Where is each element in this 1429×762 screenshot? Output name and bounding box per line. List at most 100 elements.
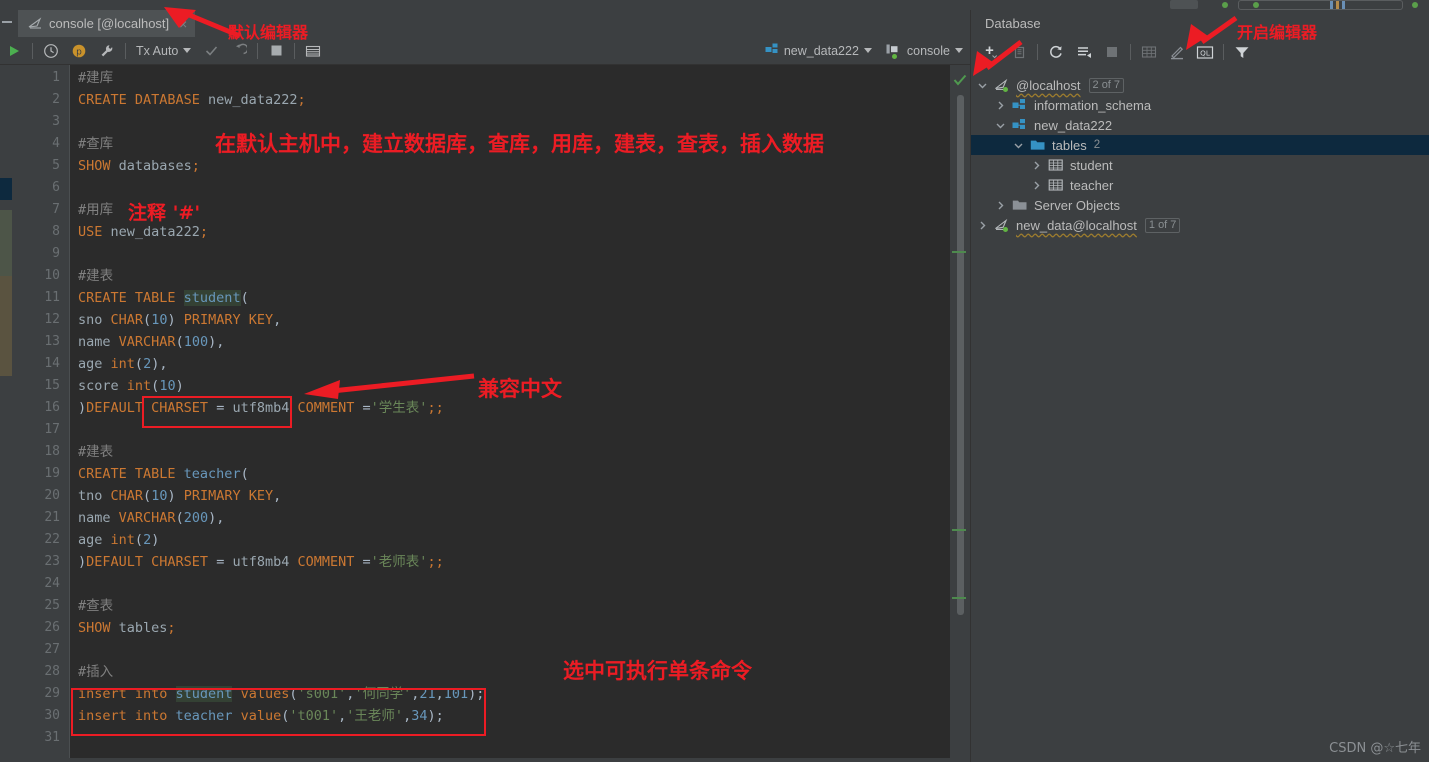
code-line[interactable]: #建表 [78, 441, 113, 463]
rollback-button[interactable] [225, 38, 253, 64]
refresh-icon[interactable] [1042, 39, 1070, 65]
table-grid-icon[interactable] [299, 38, 327, 64]
stop-button[interactable] [262, 38, 290, 64]
editor-marker-gutter[interactable] [950, 65, 970, 762]
line-number: 31 [44, 730, 60, 745]
child-count: 2 [1093, 139, 1101, 151]
database-tree[interactable]: @localhost 2 of 7 information_schema new_da… [971, 70, 1429, 762]
sync-schema-icon[interactable] [1070, 39, 1098, 65]
commit-button[interactable] [197, 38, 225, 64]
code-line[interactable]: )DEFAULT CHARSET = utf8mb4 COMMENT ='老师表… [78, 551, 444, 573]
close-icon[interactable]: × [179, 17, 187, 31]
code-token: 's001' [297, 686, 347, 702]
schema-selector[interactable]: new_data222 [758, 43, 879, 59]
code-line[interactable]: #查表 [78, 595, 113, 617]
tree-node-tables[interactable]: tables 2 [971, 135, 1429, 155]
editor-tab-console[interactable]: console [@localhost] × [18, 10, 196, 37]
run-config-dot [1253, 2, 1259, 8]
filter-icon[interactable] [1228, 39, 1256, 65]
vcs-change-marker[interactable] [0, 276, 12, 376]
stop-icon[interactable] [1098, 39, 1126, 65]
code-token: ; [167, 620, 176, 636]
code-line[interactable]: CREATE TABLE teacher( [78, 463, 249, 485]
table-icon [1048, 178, 1064, 192]
code-line[interactable]: tno CHAR(10) PRIMARY KEY, [78, 485, 281, 507]
plus-icon[interactable] [977, 39, 1005, 65]
code-line[interactable]: #建表 [78, 265, 113, 287]
search-everywhere-dot [1412, 2, 1418, 8]
chevron-right-icon[interactable] [995, 99, 1008, 112]
tree-node-new-data222[interactable]: new_data222 [971, 115, 1429, 135]
code-token: ) [167, 488, 184, 504]
global-toolbar-button[interactable] [1170, 0, 1198, 9]
vcs-change-strip[interactable] [0, 65, 12, 762]
inspection-ok-icon[interactable] [953, 73, 967, 91]
code-token: age [78, 356, 103, 372]
code-line[interactable]: insert into student values('s001','何同学',… [78, 683, 484, 705]
code-line[interactable]: CREATE TABLE student( [78, 287, 249, 309]
code-line[interactable]: #查库 [78, 133, 113, 155]
code-line[interactable]: age int(2), [78, 353, 167, 375]
run-button[interactable] [0, 38, 28, 64]
duplicate-icon[interactable] [1005, 39, 1033, 65]
tree-node--localhost[interactable]: @localhost 2 of 7 [971, 75, 1429, 95]
history-icon[interactable] [37, 38, 65, 64]
code-line[interactable]: score int(10) [78, 375, 184, 397]
code-line[interactable]: name VARCHAR(200), [78, 507, 224, 529]
code-token: age [78, 532, 103, 548]
code-token: utf8mb4 [232, 400, 290, 416]
run-config-selector[interactable] [1238, 0, 1403, 10]
code-line[interactable]: SHOW databases; [78, 155, 200, 177]
chevron-right-icon[interactable] [1031, 179, 1044, 192]
connected-indicator-dot [1003, 227, 1008, 232]
tree-node-teacher[interactable]: teacher [971, 175, 1429, 195]
query-console-icon[interactable]: QL [1191, 39, 1219, 65]
collapse-icon[interactable] [2, 21, 12, 23]
transaction-mode-selector[interactable]: Tx Auto [130, 44, 197, 58]
code-line[interactable]: #用库 [78, 199, 113, 221]
editor-gutter[interactable]: 1 2 3 4 5 6 7 8 9 10 11 12 13 14 15 16 17 18 19 20 21 22 23 24 2… [12, 65, 80, 762]
vcs-change-marker[interactable] [0, 210, 12, 276]
editor-scrollbar-thumb[interactable] [957, 95, 964, 615]
code-line[interactable]: CREATE DATABASE new_data222; [78, 89, 306, 111]
tree-node-information-schema[interactable]: information_schema [971, 95, 1429, 115]
tree-node-student[interactable]: student [971, 155, 1429, 175]
line-number: 1 [52, 70, 60, 85]
code-line[interactable]: #建库 [78, 67, 113, 89]
modify-icon[interactable] [1163, 39, 1191, 65]
code-token: USE [78, 224, 111, 240]
code-line[interactable]: #插入 [78, 661, 113, 683]
editor-tab-label: console [@localhost] [49, 16, 170, 31]
session-selector[interactable]: console [879, 43, 970, 59]
run-config-bar [1336, 1, 1339, 9]
chevron-right-icon[interactable] [977, 219, 990, 232]
code-token: CHAR [110, 312, 144, 328]
profile-icon[interactable]: p [65, 38, 93, 64]
chevron-right-icon[interactable] [995, 199, 1008, 212]
chevron-down-icon[interactable] [995, 119, 1008, 132]
code-line[interactable]: insert into teacher value('t001','王老师',3… [78, 705, 444, 727]
code-line[interactable]: sno CHAR(10) PRIMARY KEY, [78, 309, 281, 331]
toolbar-divider [32, 42, 33, 59]
tree-node-server-objects[interactable]: Server Objects [971, 195, 1429, 215]
wrench-icon[interactable] [93, 38, 121, 64]
code-editor[interactable]: #建库 CREATE DATABASE new_data222; #查库 SHOW d… [69, 65, 950, 762]
code-token: ;; [427, 554, 444, 570]
vcs-change-marker[interactable] [0, 178, 12, 200]
tree-node-new-data-localhost[interactable]: new_data@localhost 1 of 7 [971, 215, 1429, 235]
chevron-right-icon[interactable] [1031, 159, 1044, 172]
table-editor-icon[interactable] [1135, 39, 1163, 65]
code-line[interactable]: )DEFAULT CHARSET = utf8mb4 COMMENT ='学生表… [78, 397, 444, 419]
code-token: 21 [419, 686, 436, 702]
console-tab-icon [28, 17, 43, 30]
code-token: ) [78, 400, 87, 416]
code-line[interactable]: SHOW tables; [78, 617, 176, 639]
code-line[interactable]: USE new_data222; [78, 221, 208, 243]
chevron-down-icon[interactable] [1013, 139, 1026, 152]
chevron-down-icon [863, 48, 872, 53]
run-indicator-dot [1222, 2, 1228, 8]
code-line[interactable]: name VARCHAR(100), [78, 331, 224, 353]
code-line[interactable]: age int(2) [78, 529, 159, 551]
chevron-down-icon[interactable] [977, 79, 990, 92]
